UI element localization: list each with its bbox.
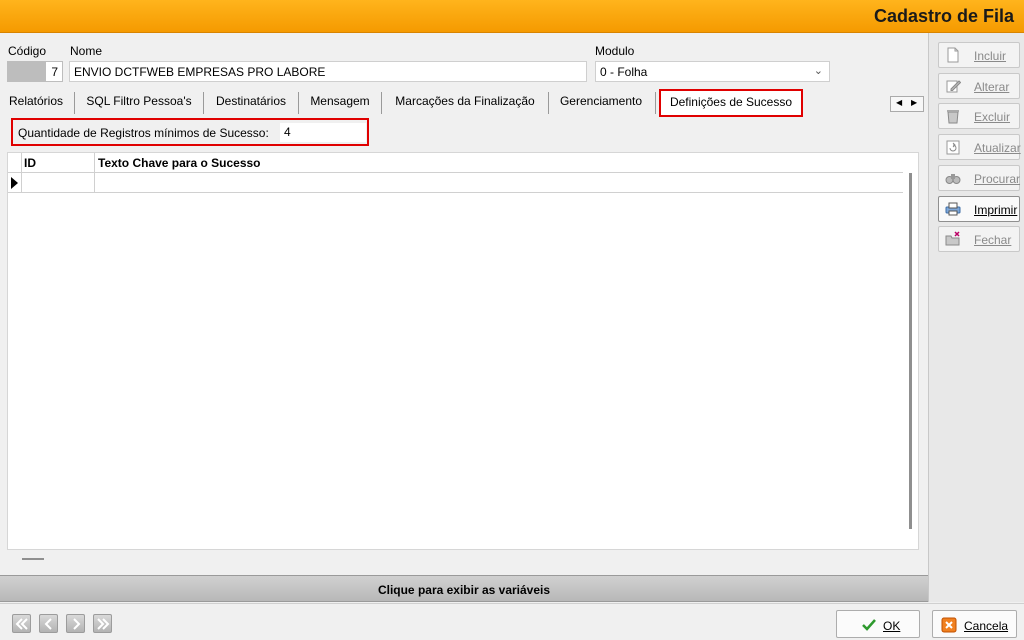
tab-sql-filtro[interactable]: SQL Filtro Pessoa's — [80, 89, 198, 114]
codigo-value: 7 — [51, 65, 58, 79]
tab-relatorios[interactable]: Relatórios — [4, 89, 68, 114]
tab-label: Definições de Sucesso — [669, 95, 793, 109]
ok-button[interactable]: OK — [836, 610, 920, 638]
window-title: Cadastro de Fila — [873, 6, 1014, 26]
tab-label: Destinatários — [215, 94, 287, 108]
tab-separator — [74, 92, 75, 114]
incluir-label: Incluir — [974, 49, 1007, 63]
show-variables-label: Clique para exibir as variáveis — [377, 583, 551, 597]
new-document-icon — [947, 47, 959, 63]
alterar-button[interactable]: Alterar — [938, 73, 1020, 99]
tab-separator — [203, 92, 204, 114]
first-record-icon — [15, 618, 28, 630]
title-bar: Cadastro de Fila — [0, 0, 1024, 33]
atualizar-button[interactable]: Atualizar — [938, 134, 1021, 160]
cancel-label: Cancela — [964, 619, 1009, 633]
codigo-label: Código — [8, 44, 47, 58]
horizontal-scrollbar[interactable] — [22, 558, 44, 560]
binoculars-icon — [945, 174, 961, 184]
column-header-texto-chave[interactable]: Texto Chave para o Sucesso — [98, 156, 261, 170]
scroll-right-icon[interactable]: ▶ — [911, 98, 917, 107]
scroll-left-icon[interactable]: ◀ — [896, 98, 902, 107]
column-header-id[interactable]: ID — [24, 156, 36, 170]
tab-label: Mensagem — [310, 94, 370, 108]
excluir-label: Excluir — [974, 110, 1011, 124]
close-folder-icon — [945, 231, 960, 246]
modulo-select[interactable]: 0 - Folha ⌄ — [595, 61, 830, 82]
imprimir-label: Imprimir — [974, 203, 1018, 217]
fechar-label: Fechar — [974, 233, 1012, 247]
current-row-indicator-icon — [11, 177, 18, 189]
tab-separator — [548, 92, 549, 114]
next-record-button[interactable] — [66, 614, 85, 633]
last-record-button[interactable] — [93, 614, 112, 633]
success-keys-grid[interactable]: ID Texto Chave para o Sucesso — [7, 152, 919, 550]
refresh-icon — [946, 140, 960, 155]
alterar-label: Alterar — [974, 80, 1010, 94]
nome-field[interactable]: ENVIO DCTFWEB EMPRESAS PRO LABORE — [69, 61, 587, 82]
previous-record-icon — [44, 618, 52, 630]
tab-strip: Relatórios SQL Filtro Pessoa's Destinatá… — [0, 89, 900, 117]
procurar-label: Procurar — [974, 172, 1021, 186]
tab-mensagem[interactable]: Mensagem — [304, 89, 376, 114]
nome-value: ENVIO DCTFWEB EMPRESAS PRO LABORE — [74, 65, 326, 79]
first-record-button[interactable] — [12, 614, 31, 633]
tab-definicoes-sucesso[interactable]: Definições de Sucesso — [659, 89, 803, 117]
vertical-scrollbar[interactable] — [909, 173, 912, 529]
ok-label: OK — [883, 619, 901, 633]
excluir-button[interactable]: Excluir — [938, 103, 1020, 129]
tab-destinatarios[interactable]: Destinatários — [209, 89, 293, 114]
tab-separator — [655, 92, 656, 114]
atualizar-label: Atualizar — [974, 141, 1021, 155]
modulo-label: Modulo — [595, 44, 635, 58]
tab-scroll-buttons: ◀ ▶ — [890, 96, 924, 112]
table-row[interactable] — [8, 174, 903, 193]
tab-label: Gerenciamento — [559, 94, 643, 108]
footer-bar: OK Cancela — [0, 603, 1024, 640]
action-sidebar: Incluir Alterar Excluir Atualizar Procur… — [928, 33, 1024, 602]
checkmark-icon — [862, 619, 876, 631]
tab-label: Relatórios — [8, 94, 64, 108]
procurar-button[interactable]: Procurar — [938, 165, 1020, 191]
nome-label: Nome — [70, 44, 103, 58]
printer-icon — [945, 202, 961, 216]
last-record-icon — [97, 618, 110, 630]
trash-icon — [947, 110, 959, 124]
modulo-value: 0 - Folha — [600, 65, 648, 79]
tab-gerenciamento[interactable]: Gerenciamento — [554, 89, 648, 114]
previous-record-button[interactable] — [39, 614, 58, 633]
next-record-icon — [73, 618, 81, 630]
min-success-records-value: 4 — [284, 125, 291, 139]
tab-separator — [298, 92, 299, 114]
grid-header: ID Texto Chave para o Sucesso — [8, 153, 903, 173]
fechar-button[interactable]: Fechar — [938, 226, 1020, 252]
cancel-button[interactable]: Cancela — [932, 610, 1017, 638]
imprimir-button[interactable]: Imprimir — [938, 196, 1020, 222]
show-variables-bar[interactable]: Clique para exibir as variáveis — [0, 575, 928, 602]
tab-separator — [381, 92, 382, 114]
tab-marcacoes[interactable]: Marcações da Finalização — [387, 89, 543, 114]
edit-icon — [946, 80, 961, 93]
chevron-down-icon[interactable]: ⌄ — [814, 64, 823, 77]
tab-label: SQL Filtro Pessoa's — [86, 94, 192, 108]
codigo-field[interactable]: 7 — [7, 61, 63, 82]
cancel-icon — [941, 617, 957, 633]
min-success-records-label: Quantidade de Registros mínimos de Suces… — [18, 126, 269, 140]
min-success-records-input[interactable]: 4 — [280, 123, 366, 142]
min-success-records-group: Quantidade de Registros mínimos de Suces… — [11, 118, 369, 146]
incluir-button[interactable]: Incluir — [938, 42, 1020, 68]
tab-label: Marcações da Finalização — [395, 94, 535, 108]
